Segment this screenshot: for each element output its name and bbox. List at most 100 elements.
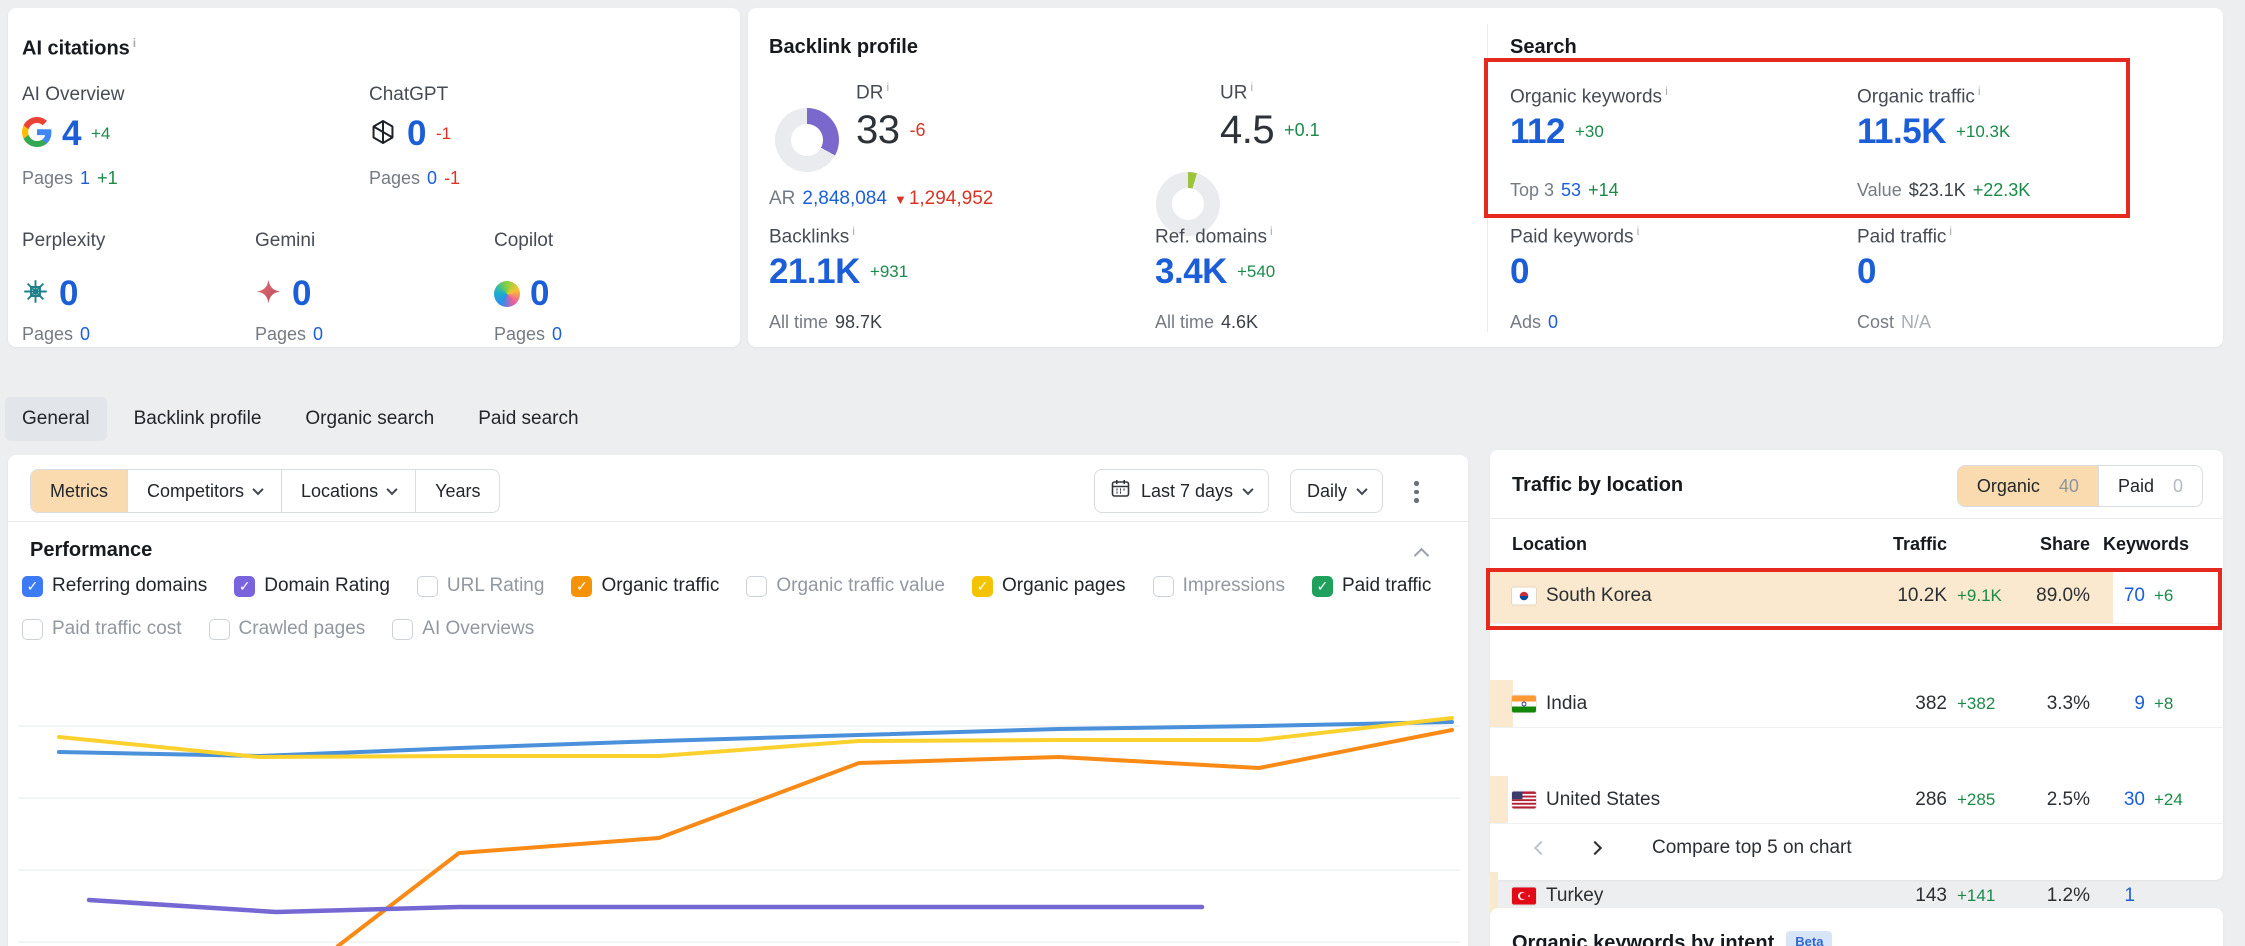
next-page-chevron-right-icon[interactable] bbox=[1588, 841, 1602, 855]
competitors-dropdown[interactable]: Competitors bbox=[127, 470, 281, 512]
info-icon[interactable]: i bbox=[1978, 84, 1981, 98]
tab-organic-search[interactable]: Organic search bbox=[288, 397, 451, 441]
column-header-traffic[interactable]: Traffic bbox=[1893, 534, 1947, 555]
ar-value[interactable]: 2,848,084 bbox=[802, 188, 887, 210]
performance-panel: Metrics Competitors Locations Years Last… bbox=[8, 455, 1468, 946]
top3-row: Top 3 53 +14 bbox=[1510, 180, 1619, 201]
flag-united-states-icon bbox=[1512, 791, 1536, 808]
keywords-by-intent-card: Organic keywords by intentBeta bbox=[1490, 908, 2223, 946]
paid-keywords-label: Paid keywordsi bbox=[1510, 224, 1639, 248]
calendar-icon bbox=[1111, 479, 1130, 503]
table-row-south-korea[interactable]: South Korea 10.2K +9.1K 89.0% 70 +6 bbox=[1490, 568, 2223, 624]
keywords-by-intent-title: Organic keywords by intent bbox=[1512, 932, 1774, 946]
column-header-keywords[interactable]: Keywords bbox=[2103, 534, 2189, 555]
checkbox-referring-domains[interactable]: ✓Referring domains bbox=[22, 575, 207, 597]
table-row-united-states[interactable]: United States 286 +285 2.5% 30 +24 bbox=[1490, 776, 2223, 824]
checkbox-organic-traffic[interactable]: ✓Organic traffic bbox=[571, 575, 719, 597]
column-header-share[interactable]: Share bbox=[2040, 534, 2090, 555]
chatgpt-pages: Pages 0 -1 bbox=[369, 168, 460, 189]
copilot-value: 0 bbox=[530, 274, 549, 314]
chevron-down-icon bbox=[1356, 484, 1367, 495]
backlink-search-card: Backlink profile DRi 33 -6 AR 2,848,084 … bbox=[748, 8, 2223, 347]
gemini-value: 0 bbox=[292, 274, 311, 314]
collapse-chevron-up-icon[interactable] bbox=[1414, 548, 1430, 564]
checkbox-url-rating[interactable]: ✓URL Rating bbox=[417, 575, 545, 597]
table-footer: Compare top 5 on chart bbox=[1490, 822, 2223, 874]
paid-traffic-value[interactable]: 0 bbox=[1857, 252, 1876, 292]
share-bar bbox=[1490, 680, 1513, 727]
chatgpt-icon bbox=[369, 118, 397, 151]
flag-india-icon bbox=[1512, 695, 1536, 712]
checkbox-organic-traffic-value[interactable]: ✓Organic traffic value bbox=[746, 575, 945, 597]
triangle-down-icon: ▼ bbox=[894, 192, 907, 207]
flag-south-korea-icon bbox=[1512, 587, 1536, 604]
organic-traffic-value[interactable]: 11.5K bbox=[1857, 112, 1946, 152]
tab-general[interactable]: General bbox=[5, 397, 107, 441]
info-icon[interactable]: i bbox=[886, 80, 889, 94]
info-icon[interactable]: i bbox=[133, 36, 136, 50]
gemini-pages: Pages 0 bbox=[255, 324, 323, 345]
dr-donut bbox=[775, 108, 839, 172]
checkbox-ai-overviews[interactable]: ✓AI Overviews bbox=[392, 618, 534, 640]
ai-overview-label: AI Overview bbox=[22, 84, 124, 106]
prev-page-chevron-left-icon[interactable] bbox=[1534, 841, 1548, 855]
ur-delta: +0.1 bbox=[1284, 120, 1320, 141]
ur-value: 4.5 bbox=[1220, 108, 1274, 153]
kebab-menu[interactable] bbox=[1408, 475, 1425, 509]
tab-backlink-profile[interactable]: Backlink profile bbox=[117, 397, 279, 441]
checkbox-crawled-pages[interactable]: ✓Crawled pages bbox=[209, 618, 366, 640]
info-icon[interactable]: i bbox=[1665, 84, 1668, 98]
ref-domains-delta: +540 bbox=[1237, 262, 1275, 282]
info-icon[interactable]: i bbox=[1250, 80, 1253, 94]
organic-keywords-value[interactable]: 112 bbox=[1510, 112, 1565, 152]
backlinks-value[interactable]: 21.1K bbox=[769, 252, 860, 292]
dr-value: 33 bbox=[856, 108, 900, 153]
copilot-pages: Pages 0 bbox=[494, 324, 562, 345]
ai-citations-card: AI citationsi AI Overview 4 +4 Pages 1 +… bbox=[8, 8, 740, 347]
perplexity-icon bbox=[22, 278, 49, 310]
chevron-down-icon bbox=[252, 484, 263, 495]
gemini-label: Gemini bbox=[255, 230, 315, 252]
organic-traffic-label: Organic traffici bbox=[1857, 84, 1981, 108]
checkbox-impressions[interactable]: ✓Impressions bbox=[1153, 575, 1285, 597]
chevron-down-icon bbox=[386, 484, 397, 495]
card-header-divider bbox=[1490, 518, 2223, 519]
perplexity-label: Perplexity bbox=[22, 230, 105, 252]
ai-citations-title: AI citationsi bbox=[22, 36, 136, 61]
dr-delta: -6 bbox=[910, 120, 926, 141]
compare-top5-link[interactable]: Compare top 5 on chart bbox=[1652, 837, 1852, 859]
toggle-paid[interactable]: Paid0 bbox=[2098, 466, 2202, 506]
search-title: Search bbox=[1510, 36, 1577, 59]
info-icon[interactable]: i bbox=[1270, 224, 1273, 238]
checkbox-organic-pages[interactable]: ✓Organic pages bbox=[972, 575, 1126, 597]
ref-domains-value[interactable]: 3.4K bbox=[1155, 252, 1227, 292]
years-button[interactable]: Years bbox=[415, 470, 499, 512]
info-icon[interactable]: i bbox=[852, 224, 855, 238]
table-row-india[interactable]: India 382 +382 3.3% 9 +8 bbox=[1490, 680, 2223, 728]
locations-dropdown[interactable]: Locations bbox=[281, 470, 415, 512]
checkbox-paid-traffic[interactable]: ✓Paid traffic bbox=[1312, 575, 1431, 597]
gemini-icon bbox=[255, 278, 282, 310]
date-range-dropdown[interactable]: Last 7 days bbox=[1094, 469, 1269, 513]
series-organic-traffic bbox=[338, 730, 1452, 946]
info-icon[interactable]: i bbox=[1637, 224, 1640, 238]
info-icon[interactable]: i bbox=[1949, 224, 1952, 238]
paid-keywords-value[interactable]: 0 bbox=[1510, 252, 1529, 292]
backlinks-label: Backlinksi bbox=[769, 224, 855, 248]
performance-title: Performance bbox=[30, 539, 152, 562]
performance-line-chart[interactable] bbox=[12, 677, 1464, 946]
ai-overview-delta: +4 bbox=[91, 124, 110, 144]
granularity-dropdown[interactable]: Daily bbox=[1290, 469, 1383, 513]
tab-paid-search[interactable]: Paid search bbox=[461, 397, 595, 441]
toggle-organic[interactable]: Organic40 bbox=[1958, 466, 2098, 506]
metrics-button[interactable]: Metrics bbox=[31, 470, 127, 512]
gemini-value-row: 0 bbox=[255, 274, 311, 314]
copilot-icon bbox=[494, 281, 520, 307]
paid-traffic-label: Paid traffici bbox=[1857, 224, 1952, 248]
backlinks-alltime: All time 98.7K bbox=[769, 312, 882, 333]
ai-overview-value-row: 4 +4 bbox=[22, 114, 110, 154]
column-header-location[interactable]: Location bbox=[1512, 534, 1587, 555]
checkbox-paid-traffic-cost[interactable]: ✓Paid traffic cost bbox=[22, 618, 182, 640]
toolbar-divider bbox=[8, 521, 1468, 522]
checkbox-domain-rating[interactable]: ✓Domain Rating bbox=[234, 575, 390, 597]
